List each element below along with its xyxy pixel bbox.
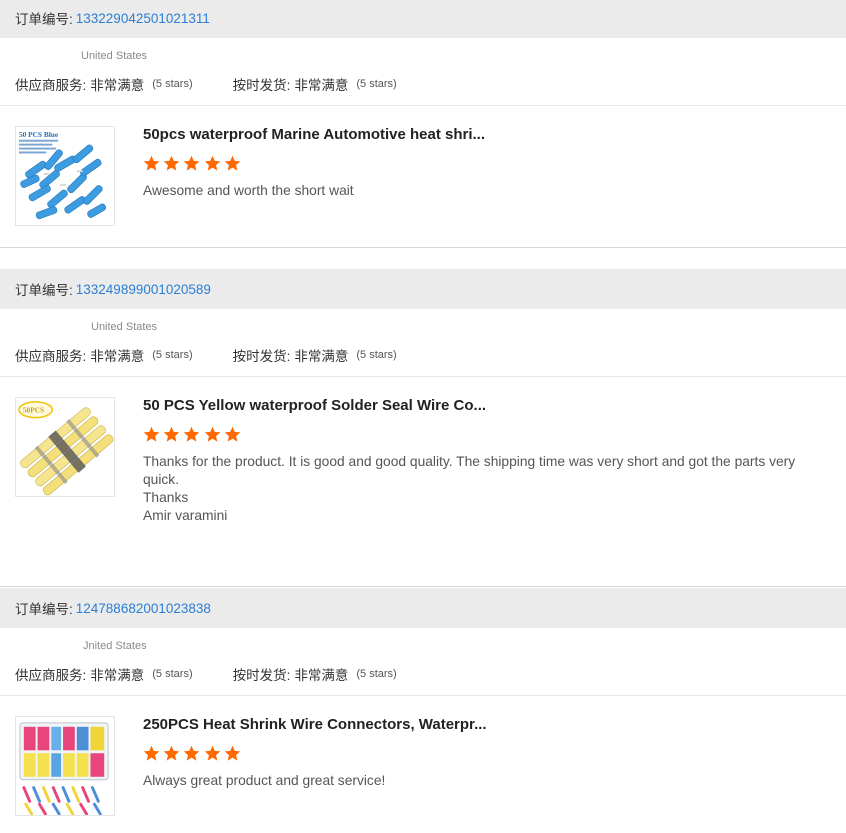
review-text: Always great product and great service! xyxy=(143,773,386,788)
order-meta: United States 供应商服务: 非常满意 (5 stars) 按时发货… xyxy=(0,38,846,106)
supplier-service-value: 非常满意 xyxy=(90,349,145,364)
product-rating xyxy=(143,426,244,443)
review-text: Awesome and worth the short wait xyxy=(143,183,354,198)
product-review: 50 PCS Blue 50pcs waterproof Marine Auto… xyxy=(0,106,846,248)
shipping-label: 按时发货: xyxy=(232,668,291,683)
star-icon xyxy=(143,745,160,762)
supplier-service-stars: (5 stars) xyxy=(152,668,193,680)
order-header: 订单编号: 133229042501021311 xyxy=(0,0,846,38)
order-number-link[interactable]: 133249899001020589 xyxy=(76,282,211,297)
product-rating xyxy=(143,745,244,762)
review-text: Thanks for the product. It is good and g… xyxy=(143,454,796,523)
order-card: 订单编号: 133229042501021311 United States 供… xyxy=(0,0,846,248)
thumbnail-badge: 50PCS xyxy=(23,406,44,415)
star-icon xyxy=(204,426,221,443)
order-number-link[interactable]: 133229042501021311 xyxy=(76,11,210,26)
product-thumbnail[interactable]: 50PCS xyxy=(15,397,115,497)
product-review: 250PCS Heat Shrink Wire Connectors, Wate… xyxy=(0,696,846,833)
star-icon xyxy=(163,745,180,762)
shipping-label: 按时发货: xyxy=(232,349,291,364)
star-icon xyxy=(183,155,200,172)
buyer-country: United States xyxy=(81,50,148,62)
order-meta: United States 供应商服务: 非常满意 (5 stars) 按时发货… xyxy=(0,309,846,377)
shipping-stars: (5 stars) xyxy=(356,349,397,361)
supplier-service-value: 非常满意 xyxy=(90,78,145,93)
product-thumbnail[interactable]: 50 PCS Blue xyxy=(15,126,115,226)
supplier-service-value: 非常满意 xyxy=(90,668,145,683)
order-number-label: 订单编号: xyxy=(15,12,73,27)
thumbnail-caption: 50 PCS Blue xyxy=(19,130,59,139)
order-meta: Jnited States 供应商服务: 非常满意 (5 stars) 按时发货… xyxy=(0,628,846,696)
order-header: 订单编号: 124788682001023838 xyxy=(0,588,846,628)
star-icon xyxy=(143,155,160,172)
seller-ratings: 供应商服务: 非常满意 (5 stars) 按时发货: 非常满意 (5 star… xyxy=(15,664,397,684)
product-title[interactable]: 50pcs waterproof Marine Automotive heat … xyxy=(143,126,485,143)
product-thumbnail[interactable] xyxy=(15,716,115,816)
order-number-label: 订单编号: xyxy=(15,283,73,298)
connector-kit-image xyxy=(16,717,114,815)
buyer-country: United States xyxy=(91,321,158,333)
supplier-service-rating: 供应商服务: 非常满意 (5 stars) xyxy=(15,345,193,365)
star-icon xyxy=(224,745,241,762)
supplier-service-stars: (5 stars) xyxy=(152,349,193,361)
order-card: 订单编号: 133249899001020589 United States 供… xyxy=(0,269,846,587)
product-rating xyxy=(143,155,244,172)
supplier-service-label: 供应商服务: xyxy=(15,668,87,683)
blue-connectors-image: 50 PCS Blue xyxy=(16,127,114,225)
supplier-service-stars: (5 stars) xyxy=(152,78,193,90)
star-icon xyxy=(204,745,221,762)
star-icon xyxy=(224,155,241,172)
order-card: 订单编号: 124788682001023838 Jnited States 供… xyxy=(0,588,846,833)
shipping-value: 非常满意 xyxy=(294,349,349,364)
shipping-rating: 按时发货: 非常满意 (5 stars) xyxy=(233,345,397,365)
shipping-value: 非常满意 xyxy=(294,78,349,93)
shipping-value: 非常满意 xyxy=(294,668,349,683)
supplier-service-label: 供应商服务: xyxy=(15,78,87,93)
product-title[interactable]: 50 PCS Yellow waterproof Solder Seal Wir… xyxy=(143,397,486,414)
shipping-rating: 按时发货: 非常满意 (5 stars) xyxy=(233,74,397,94)
star-icon xyxy=(183,745,200,762)
yellow-connectors-image: 50PCS xyxy=(16,398,114,496)
shipping-rating: 按时发货: 非常满意 (5 stars) xyxy=(233,664,397,684)
buyer-country: Jnited States xyxy=(83,640,147,652)
star-icon xyxy=(163,426,180,443)
supplier-service-label: 供应商服务: xyxy=(15,349,87,364)
shipping-stars: (5 stars) xyxy=(356,78,397,90)
shipping-label: 按时发货: xyxy=(232,78,291,93)
star-icon xyxy=(143,426,160,443)
order-header: 订单编号: 133249899001020589 xyxy=(0,269,846,309)
star-icon xyxy=(204,155,221,172)
shipping-stars: (5 stars) xyxy=(356,668,397,680)
supplier-service-rating: 供应商服务: 非常满意 (5 stars) xyxy=(15,74,193,94)
supplier-service-rating: 供应商服务: 非常满意 (5 stars) xyxy=(15,664,193,684)
product-title[interactable]: 250PCS Heat Shrink Wire Connectors, Wate… xyxy=(143,716,487,733)
star-icon xyxy=(163,155,180,172)
order-number-label: 订单编号: xyxy=(15,602,73,617)
product-review: 50PCS 50 PCS Yellow waterproof Solder Se… xyxy=(0,377,846,587)
star-icon xyxy=(224,426,241,443)
order-number-link[interactable]: 124788682001023838 xyxy=(76,601,211,616)
seller-ratings: 供应商服务: 非常满意 (5 stars) 按时发货: 非常满意 (5 star… xyxy=(15,74,397,94)
star-icon xyxy=(183,426,200,443)
seller-ratings: 供应商服务: 非常满意 (5 stars) 按时发货: 非常满意 (5 star… xyxy=(15,345,397,365)
